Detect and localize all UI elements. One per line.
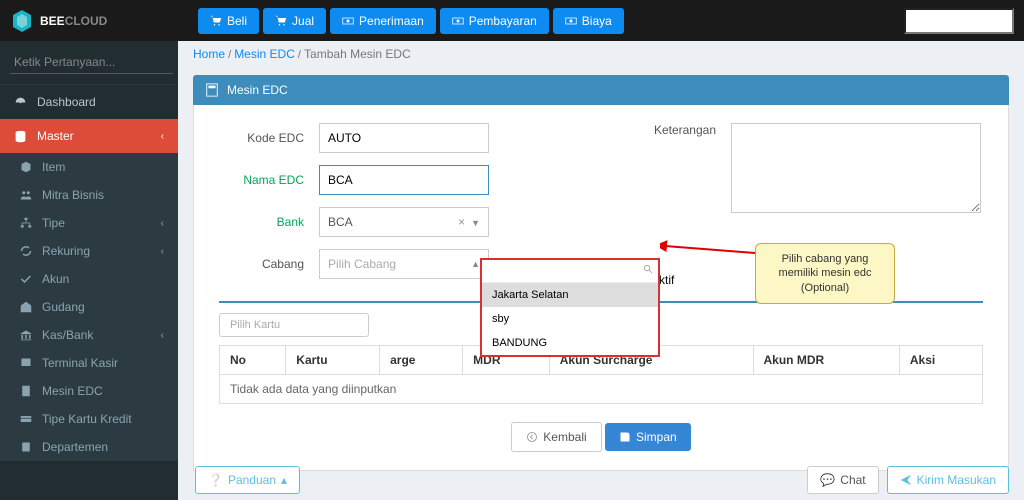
dd-opt-sby[interactable]: sby <box>482 307 658 331</box>
check-icon <box>20 273 32 285</box>
th-akun-mdr: Akun MDR <box>753 346 899 375</box>
kirim-masukan-button[interactable]: Kirim Masukan <box>887 466 1009 494</box>
pilih-kartu-input[interactable]: Pilih Kartu <box>219 313 369 337</box>
cabang-select[interactable]: Pilih Cabang▲ <box>319 249 489 279</box>
panduan-button[interactable]: ❔ Panduan ▴ <box>195 466 300 494</box>
cart-icon <box>275 15 287 27</box>
kembali-button[interactable]: Kembali <box>511 422 601 452</box>
nav-master[interactable]: Master‹ <box>0 119 178 153</box>
nav-item[interactable]: Item <box>0 153 178 181</box>
nav-biaya[interactable]: Biaya <box>553 8 624 34</box>
money-icon <box>452 15 464 27</box>
terminal-icon <box>20 357 32 369</box>
refresh-icon <box>20 245 32 257</box>
th-charge: arge <box>380 346 463 375</box>
card-icon <box>20 413 32 425</box>
bank-select[interactable]: BCA×▼ <box>319 207 489 237</box>
bank-icon <box>20 329 32 341</box>
th-no: No <box>220 346 286 375</box>
nav-departemen[interactable]: Departemen <box>0 433 178 461</box>
dashboard-icon <box>14 96 27 109</box>
nama-input[interactable] <box>319 165 489 195</box>
panel-header: Mesin EDC <box>193 75 1009 105</box>
nav-dashboard[interactable]: Dashboard <box>0 85 178 119</box>
empty-row: Tidak ada data yang diinputkan <box>220 375 983 404</box>
dd-opt-jakarta[interactable]: Jakarta Selatan <box>482 283 658 307</box>
warehouse-icon <box>20 301 32 313</box>
money-icon <box>342 15 354 27</box>
nav-gudang[interactable]: Gudang <box>0 293 178 321</box>
th-aksi: Aksi <box>899 346 982 375</box>
chat-button[interactable]: 💬 Chat <box>807 466 878 494</box>
sitemap-icon <box>20 217 32 229</box>
cube-icon <box>20 161 32 173</box>
save-icon <box>619 431 631 443</box>
nama-label: Nama EDC <box>219 173 304 187</box>
brand-logo: BEECLOUD <box>10 9 178 33</box>
calculator-icon <box>205 83 219 97</box>
building-icon <box>20 441 32 453</box>
database-icon <box>14 130 27 143</box>
breadcrumb: Home / Mesin EDC / Tambah Mesin EDC <box>178 41 1024 67</box>
kode-input[interactable] <box>319 123 489 153</box>
nav-rekuring[interactable]: Rekuring‹ <box>0 237 178 265</box>
nav-penerimaan[interactable]: Penerimaan <box>330 8 436 34</box>
ket-label: Keterangan <box>631 123 716 137</box>
sidebar-search-input[interactable] <box>10 51 173 74</box>
money-icon <box>565 15 577 27</box>
annotation-arrow <box>660 238 760 268</box>
breadcrumb-l1[interactable]: Mesin EDC <box>234 47 295 61</box>
nav-terminal[interactable]: Terminal Kasir <box>0 349 178 377</box>
send-icon <box>900 474 912 486</box>
nav-tipe[interactable]: Tipe‹ <box>0 209 178 237</box>
edc-icon <box>20 385 32 397</box>
search-icon <box>643 264 654 275</box>
nav-kasbank[interactable]: Kas/Bank‹ <box>0 321 178 349</box>
nav-akun[interactable]: Akun <box>0 265 178 293</box>
nav-kartu-kredit[interactable]: Tipe Kartu Kredit <box>0 405 178 433</box>
breadcrumb-home[interactable]: Home <box>193 47 225 61</box>
top-search-input[interactable] <box>904 8 1014 34</box>
keterangan-input[interactable] <box>731 123 981 213</box>
th-kartu: Kartu <box>286 346 380 375</box>
kode-label: Kode EDC <box>219 131 304 145</box>
nav-jual[interactable]: Jual <box>263 8 326 34</box>
cabang-dropdown[interactable]: Jakarta Selatan sby BANDUNG <box>480 258 660 357</box>
users-icon <box>20 189 32 201</box>
dd-opt-bandung[interactable]: BANDUNG <box>482 331 658 355</box>
nav-pembayaran[interactable]: Pembayaran <box>440 8 549 34</box>
annotation-callout: Pilih cabang yang memiliki mesin edc (Op… <box>755 243 895 304</box>
simpan-button[interactable]: Simpan <box>605 423 691 451</box>
back-icon <box>526 431 538 443</box>
cart-icon <box>210 15 222 27</box>
cabang-label: Cabang <box>219 257 304 271</box>
bank-label: Bank <box>219 215 304 229</box>
hexagon-icon <box>10 9 34 33</box>
nav-mesin-edc[interactable]: Mesin EDC <box>0 377 178 405</box>
nav-mitra[interactable]: Mitra Bisnis <box>0 181 178 209</box>
nav-beli[interactable]: Beli <box>198 8 259 34</box>
